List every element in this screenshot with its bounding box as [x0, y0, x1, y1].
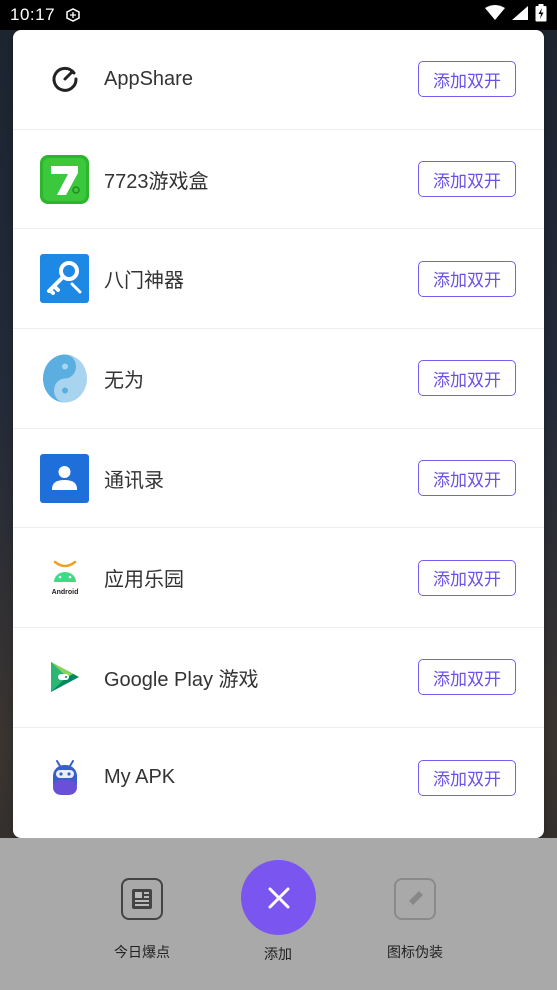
close-icon	[268, 887, 289, 908]
app-name: 应用乐园	[104, 569, 184, 592]
app-row-google-play-games: Google Play 游戏 添加双开	[13, 628, 544, 728]
bamen-shenqi-icon	[40, 254, 89, 304]
add-dual-button[interactable]: 添加双开	[418, 161, 516, 198]
add-dual-button[interactable]: 添加双开	[418, 460, 516, 497]
add-dual-button[interactable]: 添加双开	[418, 759, 516, 796]
app-row-appshare: AppShare 添加双开	[13, 30, 544, 130]
app-name: 通讯录	[104, 469, 164, 492]
cast-icon	[65, 8, 81, 22]
app-row-contacts: 通讯录 添加双开	[13, 429, 544, 529]
add-dual-button[interactable]: 添加双开	[418, 61, 516, 98]
signal-icon	[511, 5, 529, 25]
app-row-bamen: 八门神器 添加双开	[13, 229, 544, 330]
screen: 10:17 AppShare 添加双开 7723游戏盒 添加双开 八门神器 添加…	[0, 0, 557, 990]
7723-game-box-icon	[40, 154, 89, 204]
add-dual-button[interactable]: 添加双开	[418, 260, 516, 297]
app-name: 无为	[104, 369, 144, 392]
nav-item-news[interactable]: 今日爆点	[72, 838, 212, 962]
bottom-bar: 今日爆点 添加 图标伪装	[0, 838, 557, 990]
add-dual-button[interactable]: 添加双开	[418, 659, 516, 696]
wifi-icon	[485, 5, 505, 25]
app-row-7723: 7723游戏盒 添加双开	[13, 130, 544, 230]
app-name: AppShare	[104, 67, 193, 90]
google-play-games-icon	[40, 653, 89, 702]
battery-icon	[535, 4, 547, 26]
pencil-icon	[394, 878, 436, 920]
app-name: 7723游戏盒	[104, 170, 209, 193]
close-add-button[interactable]	[241, 860, 316, 935]
add-dual-button[interactable]: 添加双开	[418, 559, 516, 596]
my-apk-icon	[40, 753, 89, 802]
app-name: 八门神器	[104, 270, 184, 293]
newspaper-icon	[121, 878, 163, 920]
nav-label-icon-disguise: 图标伪装	[387, 945, 443, 961]
app-name: Google Play 游戏	[104, 668, 259, 691]
yin-yang-icon	[40, 354, 89, 403]
app-list-popup: AppShare 添加双开 7723游戏盒 添加双开 八门神器 添加双开 无为 …	[13, 30, 544, 838]
app-name: My APK	[104, 766, 176, 789]
contacts-icon	[40, 453, 89, 503]
app-row-yingyong-leyuan: Android 应用乐园 添加双开	[13, 528, 544, 629]
status-right	[485, 4, 547, 26]
app-row-wuwei: 无为 添加双开	[13, 329, 544, 429]
app-list: AppShare 添加双开 7723游戏盒 添加双开 八门神器 添加双开 无为 …	[13, 30, 544, 828]
nav-label-add: 添加	[264, 947, 292, 963]
status-time: 10:17	[10, 5, 56, 24]
add-dual-button[interactable]: 添加双开	[418, 360, 516, 397]
appshare-icon	[40, 55, 89, 104]
nav-item-icon-disguise[interactable]: 图标伪装	[345, 838, 485, 962]
svg-text:Android: Android	[51, 589, 78, 596]
status-bar: 10:17	[0, 0, 557, 30]
nav-label-news: 今日爆点	[114, 945, 170, 961]
app-row-my-apk: My APK 添加双开	[13, 728, 544, 828]
android-icon: Android	[40, 553, 89, 602]
